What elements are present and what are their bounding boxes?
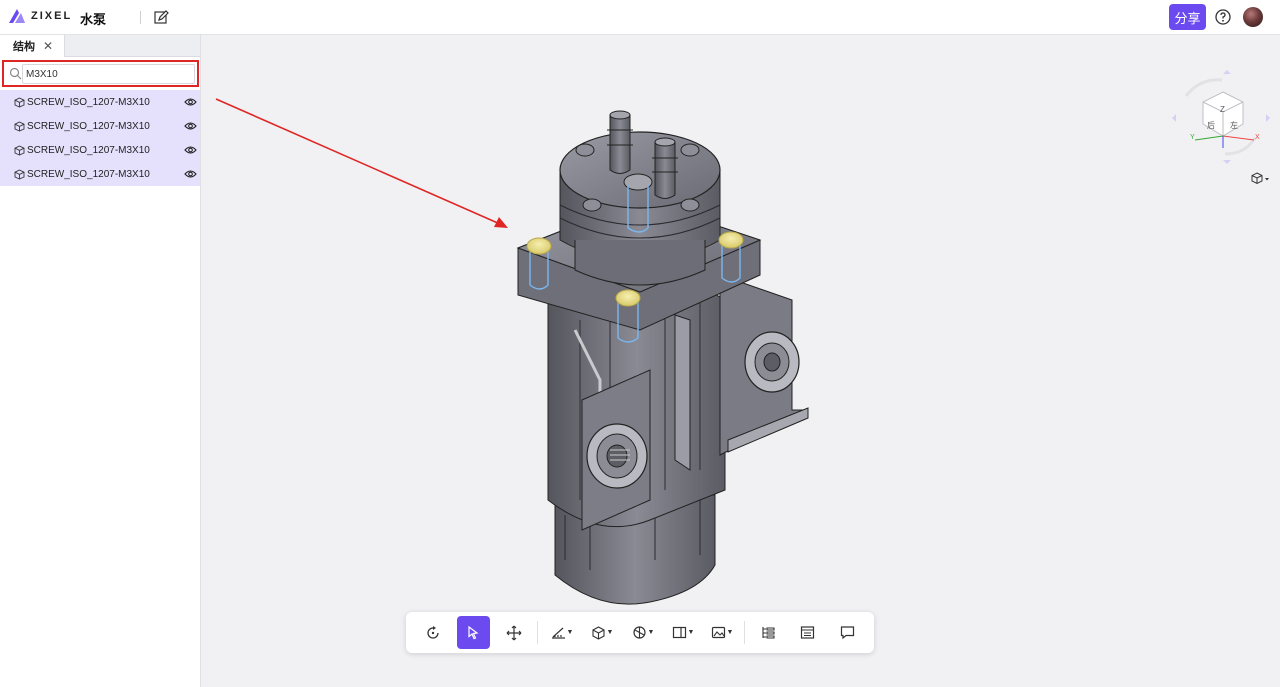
list-item[interactable]: SCREW_ISO_1207-M3X10 <box>0 90 200 114</box>
view-cube-back-face[interactable]: 后 <box>1207 120 1215 130</box>
toolbar-divider <box>537 621 538 644</box>
tab-structure[interactable]: 结构 ✕ <box>0 35 65 57</box>
header-divider <box>140 11 141 24</box>
axis-x-label: X <box>1255 134 1260 141</box>
visibility-eye-icon[interactable] <box>184 120 197 132</box>
view-mode-dropdown[interactable] <box>1250 171 1270 185</box>
comment-button[interactable] <box>830 616 864 649</box>
list-item[interactable]: SCREW_ISO_1207-M3X10 <box>0 162 200 186</box>
measure-icon <box>551 627 565 639</box>
select-button[interactable] <box>457 616 490 649</box>
view-cube-icon: Z 后 左 X Y <box>1172 70 1270 164</box>
search-box <box>2 60 199 87</box>
chevron-down-icon: ▼ <box>726 629 734 636</box>
part-cube-icon <box>14 96 25 107</box>
properties-button[interactable] <box>790 616 824 649</box>
list-item[interactable]: SCREW_ISO_1207-M3X10 <box>0 138 200 162</box>
annotation-arrow <box>215 98 508 228</box>
share-button[interactable]: 分享 <box>1169 4 1206 30</box>
chevron-down-icon: ▼ <box>566 629 574 636</box>
list-item-label: SCREW_ISO_1207-M3X10 <box>27 168 150 180</box>
top-header: ZIXEL 水泵 分享 <box>0 0 1280 35</box>
part-cube-icon <box>14 168 25 179</box>
bottom-toolbar: ▼ ▼ ▼ ▼ ▼ <box>406 612 874 653</box>
axis-y-label: Y <box>1190 134 1195 141</box>
search-input[interactable] <box>26 65 194 83</box>
list-item-label: SCREW_ISO_1207-M3X10 <box>27 120 150 132</box>
toolbar-divider <box>744 621 745 644</box>
view-cube[interactable]: Z 后 左 X Y <box>1170 66 1275 166</box>
pump-model[interactable] <box>201 35 1280 687</box>
rotate-icon <box>427 625 439 639</box>
chevron-down-icon: ▼ <box>647 629 655 636</box>
properties-icon <box>800 626 814 639</box>
visibility-eye-icon[interactable] <box>184 96 197 108</box>
explode-button[interactable]: ▼ <box>585 616 619 649</box>
pan-button[interactable] <box>497 616 531 649</box>
edit-document-button[interactable] <box>152 8 170 26</box>
view-button[interactable]: ▼ <box>666 616 700 649</box>
explode-icon <box>591 626 605 640</box>
document-title: 水泵 <box>80 12 107 27</box>
user-avatar[interactable] <box>1243 7 1263 27</box>
help-icon <box>1215 9 1231 25</box>
visibility-eye-icon[interactable] <box>184 144 197 156</box>
edit-icon <box>153 9 169 24</box>
structure-tree-button[interactable] <box>750 616 784 649</box>
comment-icon <box>840 626 854 640</box>
render-icon <box>711 626 725 639</box>
section-button[interactable]: ▼ <box>626 616 660 649</box>
tab-structure-label: 结构 <box>13 41 35 53</box>
chevron-down-icon: ▼ <box>687 629 695 636</box>
search-icon <box>9 67 22 80</box>
render-button[interactable]: ▼ <box>705 616 739 649</box>
close-icon[interactable]: ✕ <box>43 40 53 52</box>
structure-tree-icon <box>761 627 775 639</box>
logo-text: ZIXEL <box>31 10 73 22</box>
help-button[interactable] <box>1214 8 1232 26</box>
rotate-button[interactable] <box>416 616 450 649</box>
view-icon <box>672 626 686 639</box>
section-icon <box>632 626 646 639</box>
chevron-down-icon: ▼ <box>606 629 614 636</box>
visibility-eye-icon[interactable] <box>184 168 197 180</box>
list-item-label: SCREW_ISO_1207-M3X10 <box>27 96 150 108</box>
part-cube-icon <box>14 120 25 131</box>
list-item[interactable]: SCREW_ISO_1207-M3X10 <box>0 114 200 138</box>
view-cube-top-face[interactable]: Z <box>1220 105 1225 114</box>
part-cube-icon <box>14 144 25 155</box>
measure-button[interactable]: ▼ <box>545 616 579 649</box>
view-cube-left-face[interactable]: 左 <box>1230 120 1238 130</box>
list-item-label: SCREW_ISO_1207-M3X10 <box>27 144 150 156</box>
sidebar-tab-strip: 结构 ✕ <box>0 35 200 57</box>
3d-viewport[interactable] <box>201 35 1280 687</box>
pan-icon <box>506 625 522 640</box>
select-icon <box>467 625 479 639</box>
logo-mark-icon <box>9 9 25 23</box>
cube-view-icon <box>1251 172 1269 185</box>
search-results-list: SCREW_ISO_1207-M3X10 SCREW_ISO_1207-M3X1… <box>0 90 200 186</box>
zixel-logo[interactable]: ZIXEL <box>8 8 72 24</box>
structure-sidebar: 结构 ✕ SCREW_ISO_1207-M3X10 SCREW_ISO_1207… <box>0 35 201 687</box>
